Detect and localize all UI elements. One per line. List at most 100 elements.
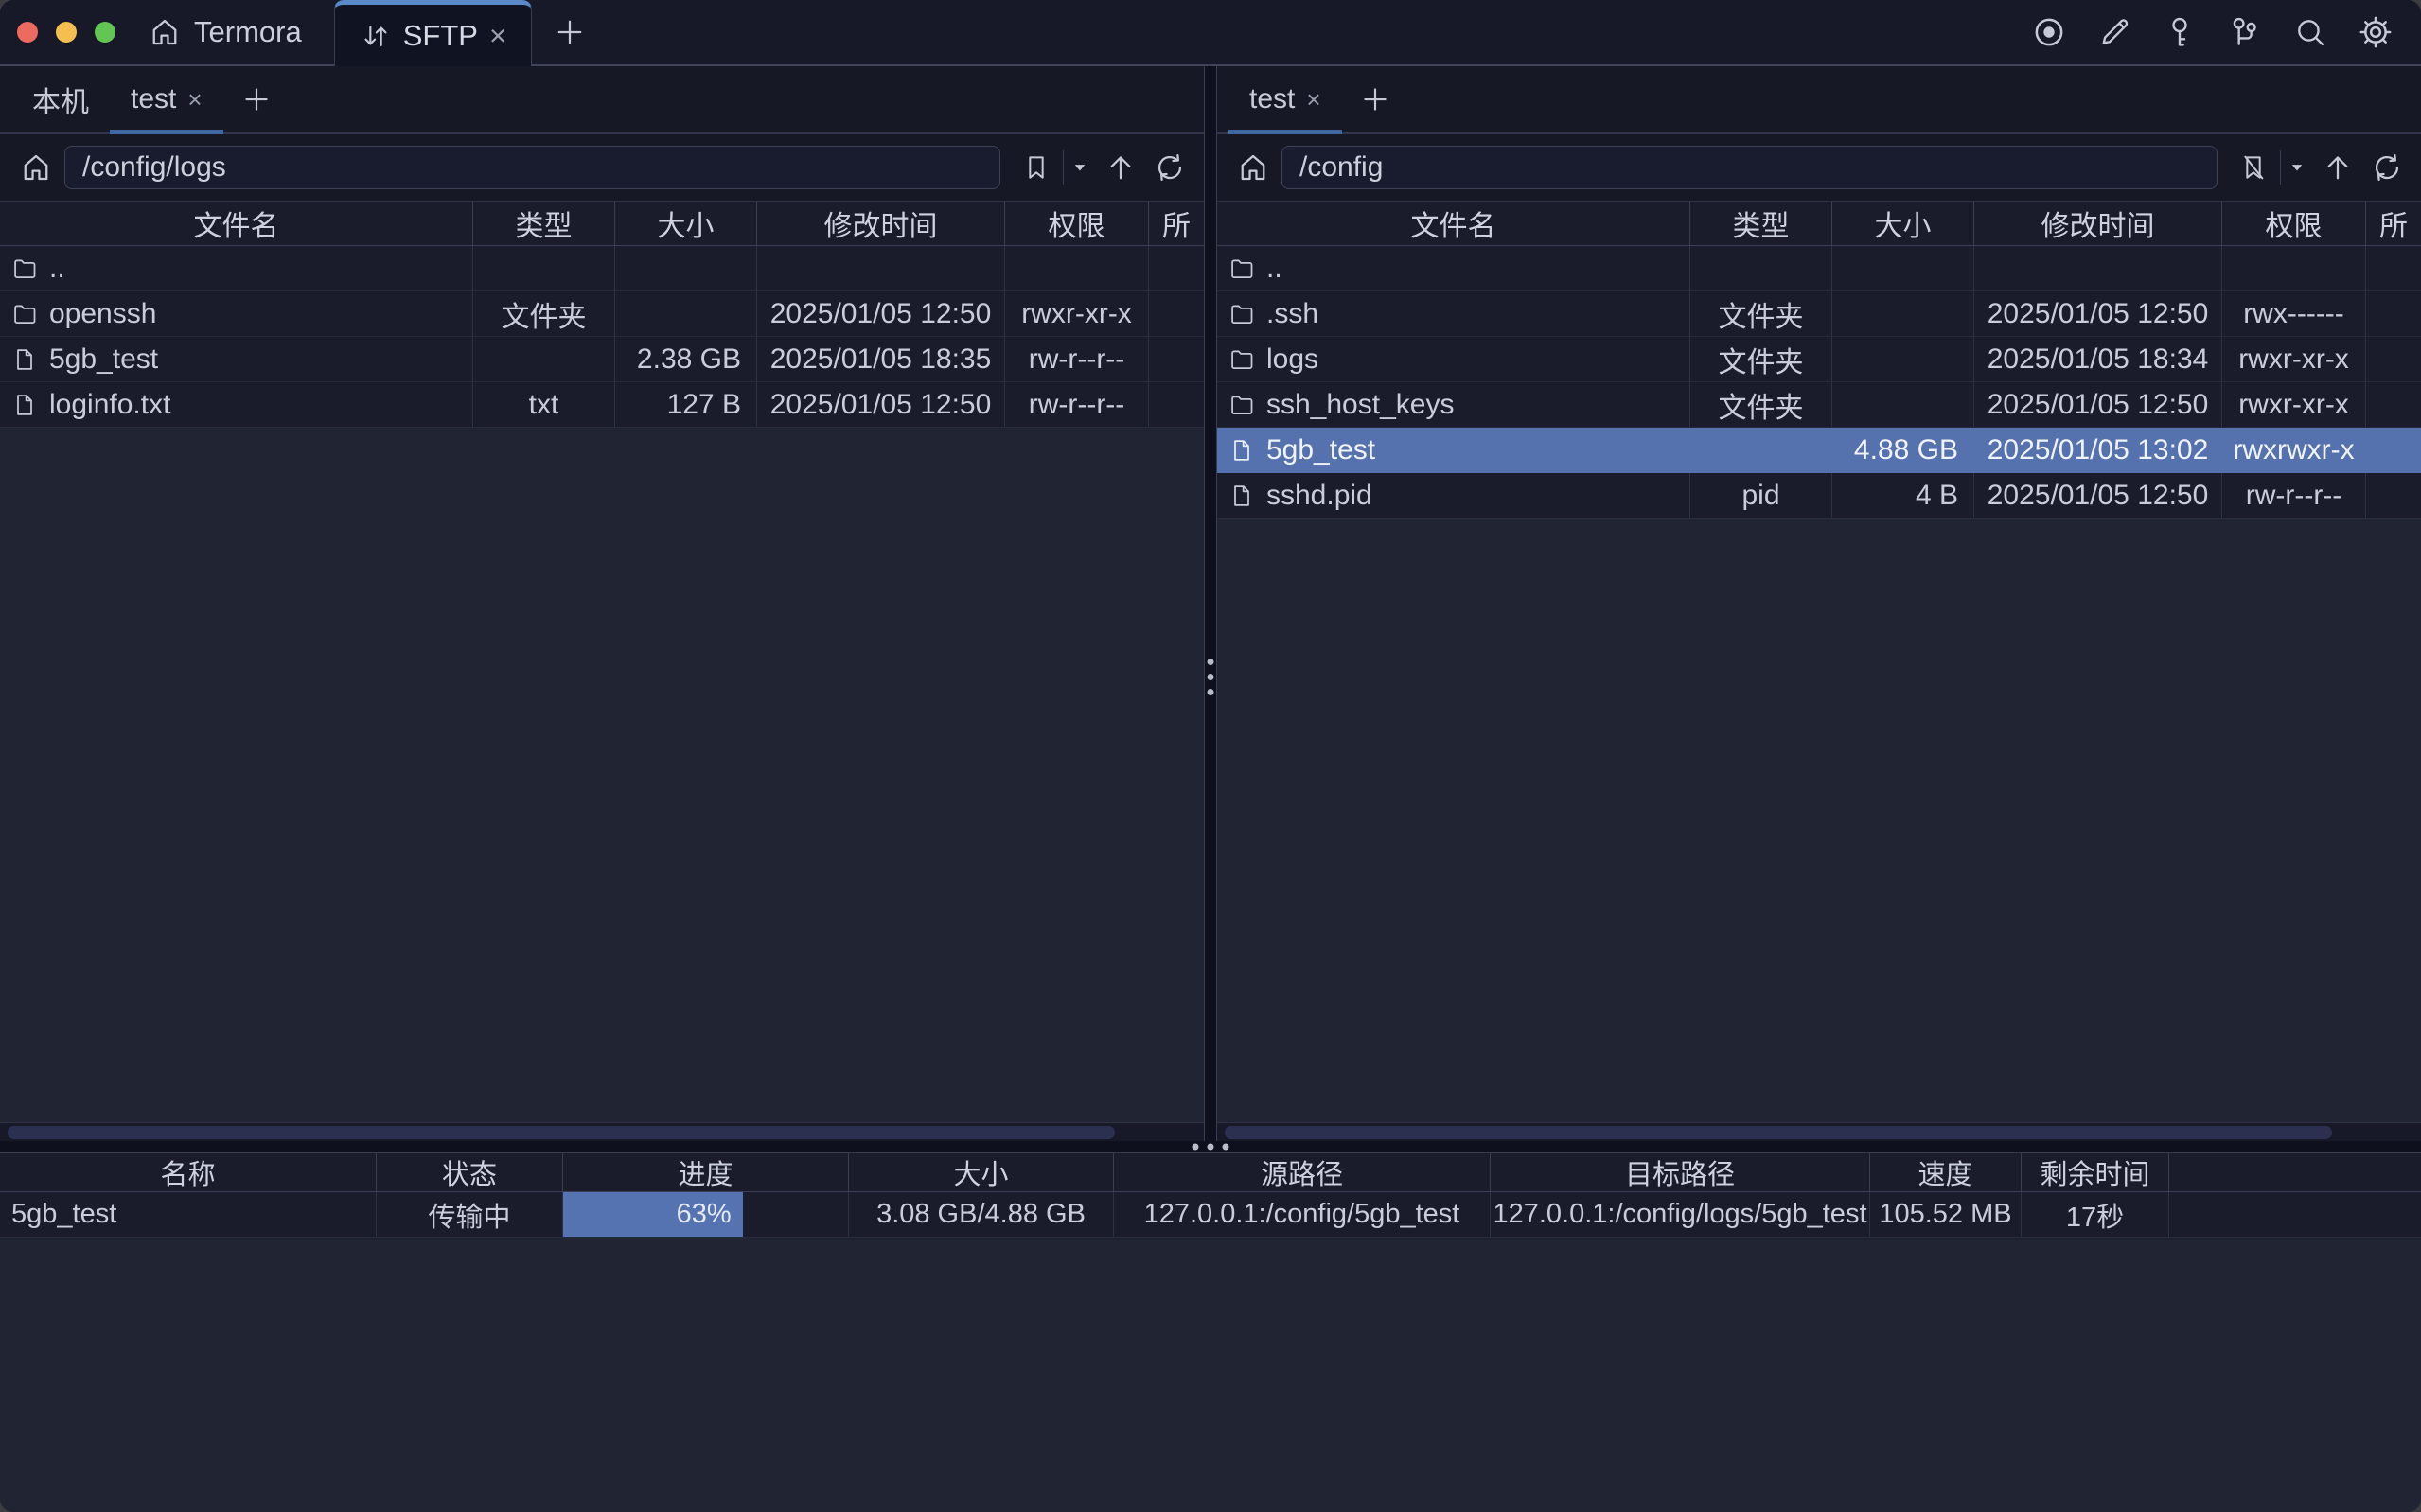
file-row[interactable]: 5gb_test2.38 GB2025/01/05 18:35rw-r--r-- [0, 337, 1204, 382]
file-perm-cell: rwxrwxr-x [2222, 428, 2366, 472]
caret-down-icon[interactable] [2285, 147, 2309, 188]
pane-tab-strip: 本机test× [0, 66, 1204, 134]
pane-tab-本机[interactable]: 本机 [11, 66, 110, 132]
arrow-up-icon[interactable] [2317, 147, 2359, 188]
key-icon[interactable] [2155, 8, 2204, 57]
transfer-source-cell: 127.0.0.1:/config/5gb_test [1114, 1192, 1491, 1237]
file-table: 文件名类型大小修改时间权限所...ssh文件夹2025/01/05 12:50r… [1217, 201, 2421, 519]
file-owner-cell [1149, 246, 1204, 290]
arrow-up-icon[interactable] [1100, 147, 1141, 188]
titlebar-actions [2024, 0, 2421, 64]
file-perm-cell: rwxr-xr-x [1005, 291, 1149, 336]
folder-icon [1228, 255, 1255, 282]
file-mtime-cell: 2025/01/05 18:35 [757, 337, 1005, 381]
column-header-6[interactable]: 所 [2366, 202, 2421, 245]
file-size-cell: 4.88 GB [1832, 428, 1974, 472]
column-header-5[interactable]: 权限 [1005, 202, 1149, 245]
column-header-3[interactable]: 大小 [1832, 202, 1974, 245]
column-header-4[interactable]: 修改时间 [757, 202, 1005, 245]
column-header-3[interactable]: 大小 [615, 202, 757, 245]
close-tab-icon[interactable]: × [187, 85, 202, 114]
file-row[interactable]: 5gb_test4.88 GB2025/01/05 13:02rwxrwxr-x [1217, 428, 2421, 473]
transfer-column-header-8[interactable]: 剩余时间 [2022, 1153, 2169, 1191]
file-name-cell: .. [1217, 246, 1690, 290]
file-name: 5gb_test [1266, 434, 1375, 466]
remote-pane: test× 文件名类型大小修改时间权限所...ssh文件夹2025/01/05 1… [1217, 66, 2421, 1141]
file-perm-cell: rwxr-xr-x [2222, 382, 2366, 427]
bookmark-icon[interactable] [1016, 147, 1057, 188]
new-window-tab-button[interactable] [532, 0, 608, 64]
transfer-column-header-5[interactable]: 源路径 [1114, 1153, 1491, 1191]
new-pane-tab-button[interactable] [1342, 66, 1408, 132]
column-header-1[interactable]: 文件名 [1217, 202, 1690, 245]
transfer-column-header-7[interactable]: 速度 [1870, 1153, 2022, 1191]
file-owner-cell [2366, 473, 2421, 518]
settings-icon[interactable] [2351, 8, 2400, 57]
search-icon[interactable] [2286, 8, 2335, 57]
close-sftp-tab-icon[interactable]: × [489, 19, 506, 53]
refresh-icon[interactable] [1149, 147, 1191, 188]
pane-tab-test[interactable]: test× [1228, 66, 1342, 132]
close-tab-icon[interactable]: × [1306, 85, 1320, 114]
column-header-1[interactable]: 文件名 [0, 202, 473, 245]
file-row[interactable]: openssh文件夹2025/01/05 12:50rwxr-xr-x [0, 291, 1204, 337]
home-icon[interactable] [1232, 147, 1274, 188]
file-row[interactable]: loginfo.txttxt127 B2025/01/05 12:50rw-r-… [0, 382, 1204, 428]
transfer-column-header-1[interactable]: 名称 [0, 1153, 377, 1191]
titlebar: Termora SFTP × [0, 0, 2421, 66]
column-header-6[interactable]: 所 [1149, 202, 1204, 245]
file-perm-cell: rw-r--r-- [1005, 337, 1149, 381]
folder-icon [11, 255, 38, 282]
sftp-split-view: 本机test×文件名类型大小修改时间权限所..openssh文件夹2025/01… [0, 66, 2421, 1141]
file-row[interactable]: sshd.pidpid4 B2025/01/05 12:50rw-r--r-- [1217, 473, 2421, 519]
refresh-icon[interactable] [2366, 147, 2408, 188]
divider [2280, 150, 2281, 185]
pane-splitter[interactable] [1204, 66, 1217, 1141]
horizontal-scrollbar [1217, 1122, 2421, 1141]
transfer-progress-cell: 63% [563, 1192, 849, 1237]
folder-icon [11, 301, 38, 327]
file-owner-cell [2366, 337, 2421, 381]
pane-tab-test[interactable]: test× [110, 66, 223, 132]
transfer-column-header-3[interactable]: 进度 [563, 1153, 849, 1191]
file-mtime-cell: 2025/01/05 12:50 [757, 382, 1005, 427]
file-size-cell [1832, 337, 1974, 381]
path-input[interactable] [64, 146, 1000, 189]
column-header-5[interactable]: 权限 [2222, 202, 2366, 245]
termora-home-tab[interactable]: Termora [138, 0, 334, 64]
column-header-4[interactable]: 修改时间 [1974, 202, 2222, 245]
sftp-tab[interactable]: SFTP × [334, 0, 532, 66]
file-row[interactable]: .. [0, 246, 1204, 291]
file-name: sshd.pid [1266, 480, 1372, 512]
bookmark-slash-icon[interactable] [2233, 147, 2274, 188]
column-header-2[interactable]: 类型 [1690, 202, 1832, 245]
scrollbar-thumb[interactable] [8, 1126, 1115, 1139]
file-perm-cell [2222, 246, 2366, 290]
path-toolbar [1217, 134, 2421, 201]
transfer-column-header-4[interactable]: 大小 [849, 1153, 1114, 1191]
transfer-panel-splitter[interactable] [0, 1141, 2421, 1152]
file-row[interactable]: .. [1217, 246, 2421, 291]
file-type-cell [473, 246, 615, 290]
close-window-button[interactable] [17, 22, 38, 43]
record-icon[interactable] [2024, 8, 2074, 57]
maximize-window-button[interactable] [95, 22, 115, 43]
file-type-cell: 文件夹 [1690, 291, 1832, 336]
caret-down-icon[interactable] [1068, 147, 1092, 188]
file-row[interactable]: ssh_host_keys文件夹2025/01/05 12:50rwxr-xr-… [1217, 382, 2421, 428]
column-header-2[interactable]: 类型 [473, 202, 615, 245]
edit-icon[interactable] [2090, 8, 2139, 57]
minimize-window-button[interactable] [56, 22, 77, 43]
home-icon[interactable] [15, 147, 57, 188]
scrollbar-thumb[interactable] [1225, 1126, 2332, 1139]
file-row[interactable]: logs文件夹2025/01/05 18:34rwxr-xr-x [1217, 337, 2421, 382]
file-perm-cell: rw-r--r-- [2222, 473, 2366, 518]
transfer-column-header-6[interactable]: 目标路径 [1491, 1153, 1870, 1191]
transfer-row[interactable]: 5gb_test传输中63%3.08 GB/4.88 GB127.0.0.1:/… [0, 1192, 2421, 1238]
file-row[interactable]: .ssh文件夹2025/01/05 12:50rwx------ [1217, 291, 2421, 337]
new-pane-tab-button[interactable] [223, 66, 290, 132]
keychain-icon[interactable] [2220, 8, 2270, 57]
path-input[interactable] [1281, 146, 2218, 189]
file-size-cell [1832, 291, 1974, 336]
transfer-column-header-2[interactable]: 状态 [377, 1153, 563, 1191]
